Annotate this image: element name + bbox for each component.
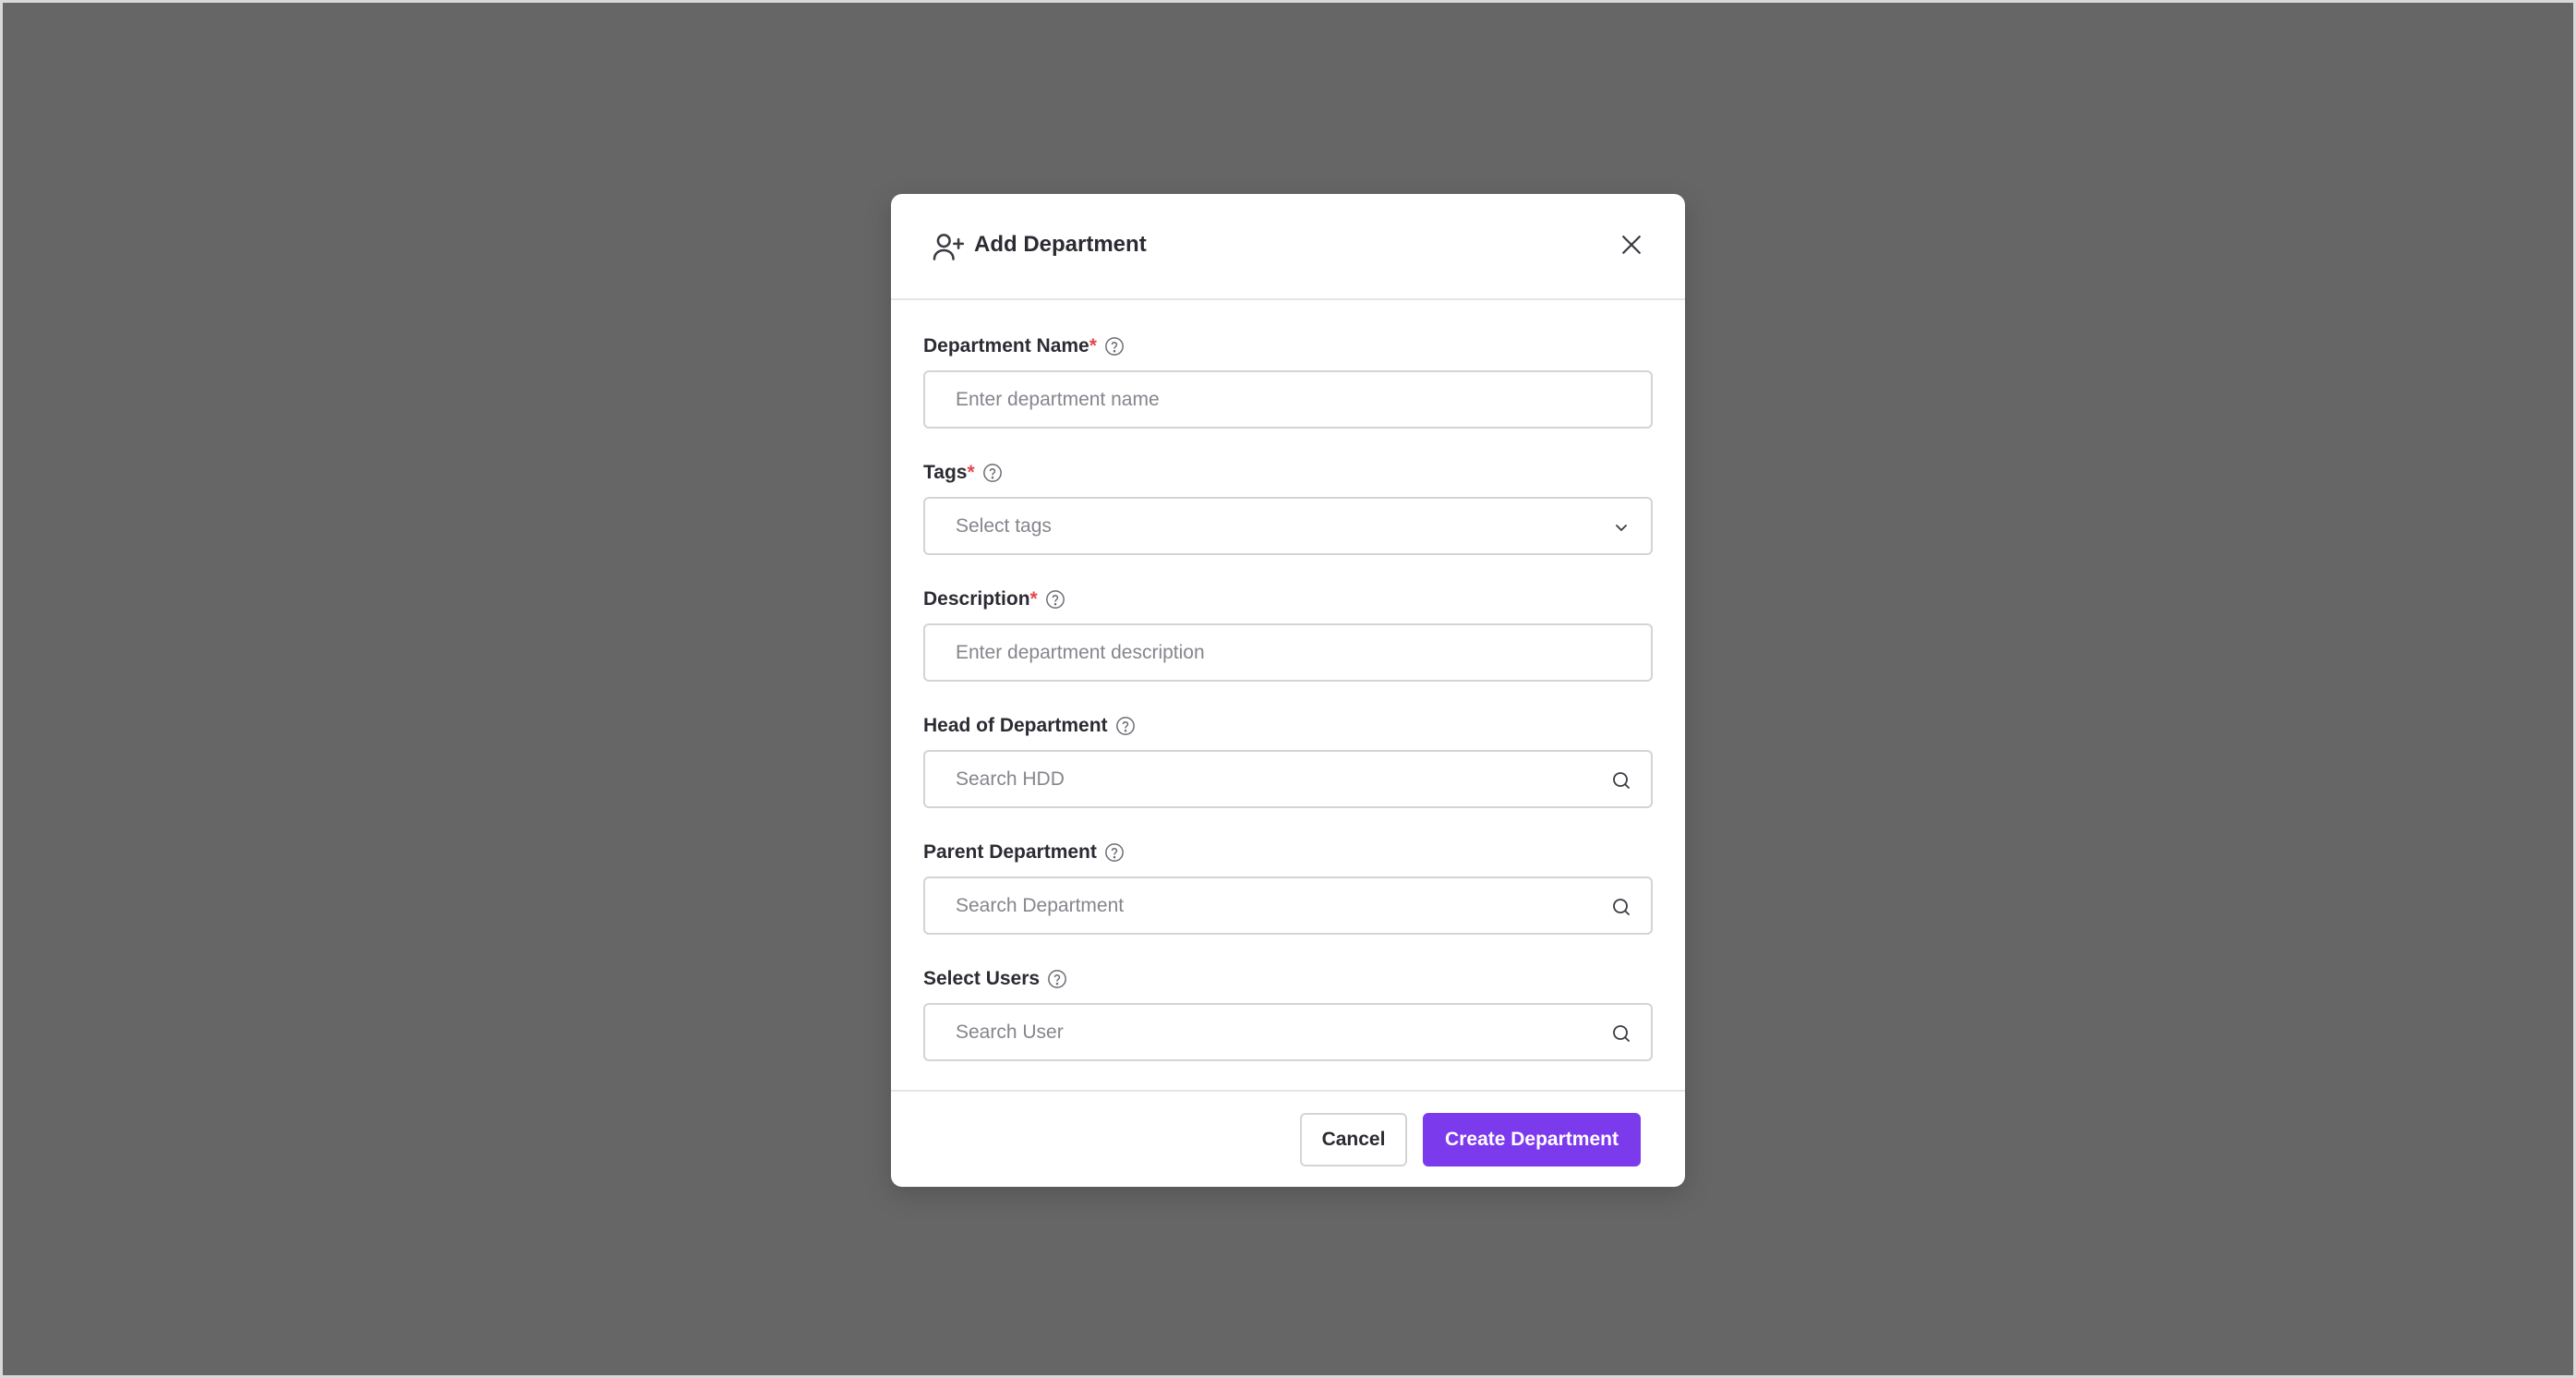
select-users-label: Select Users: [923, 968, 1041, 989]
required-asterisk: *: [967, 462, 975, 483]
description-input-box: [923, 623, 1653, 682]
select-users-input-box: [923, 1003, 1653, 1061]
help-icon[interactable]: [1045, 589, 1065, 610]
parent-department-input-box: [923, 876, 1653, 935]
add-department-dialog: Add Department Department Name * Tags *: [891, 194, 1685, 1187]
department-name-input[interactable]: [925, 372, 1651, 427]
parent-department-label-row: Parent Department: [923, 839, 1653, 866]
create-department-button[interactable]: Create Department: [1423, 1113, 1641, 1166]
head-of-department-input-box: [923, 750, 1653, 808]
help-icon[interactable]: [1104, 336, 1125, 357]
department-name-label-row: Department Name *: [923, 332, 1653, 360]
help-icon[interactable]: [982, 463, 1003, 483]
head-of-department-search-input[interactable]: [925, 752, 1651, 806]
description-label: Description: [923, 588, 1030, 610]
required-asterisk: *: [1089, 335, 1097, 357]
department-name-label: Department Name: [923, 335, 1089, 357]
search-icon[interactable]: [1610, 769, 1632, 792]
cancel-button[interactable]: Cancel: [1300, 1113, 1407, 1166]
description-input[interactable]: [925, 625, 1651, 680]
head-of-department-label: Head of Department: [923, 715, 1108, 736]
close-icon: [1622, 236, 1641, 254]
parent-department-search-input[interactable]: [925, 878, 1651, 933]
head-of-department-label-row: Head of Department: [923, 712, 1653, 740]
close-button[interactable]: [1611, 224, 1652, 265]
parent-department-label: Parent Department: [923, 841, 1097, 863]
description-field: Description *: [923, 586, 1653, 682]
search-icon[interactable]: [1610, 896, 1632, 918]
description-label-row: Description *: [923, 586, 1653, 613]
help-icon[interactable]: [1115, 716, 1136, 736]
dialog-header: Add Department: [891, 194, 1685, 300]
head-of-department-field: Head of Department: [923, 712, 1653, 808]
tags-label-row: Tags *: [923, 459, 1653, 487]
tags-select[interactable]: Select tags: [923, 497, 1653, 555]
dialog-footer: Cancel Create Department: [891, 1090, 1685, 1187]
tags-label: Tags: [923, 462, 968, 483]
tags-select-placeholder: Select tags: [956, 515, 1052, 537]
tags-field: Tags * Select tags: [923, 459, 1653, 555]
select-users-field: Select Users: [923, 965, 1653, 1061]
required-asterisk: *: [1029, 588, 1038, 610]
help-icon[interactable]: [1104, 842, 1125, 863]
parent-department-field: Parent Department: [923, 839, 1653, 935]
dialog-title: Add Department: [974, 232, 1147, 257]
help-icon[interactable]: [1047, 969, 1067, 989]
user-plus-icon: [933, 234, 965, 260]
department-name-input-box: [923, 370, 1653, 429]
select-users-search-input[interactable]: [925, 1005, 1651, 1059]
department-name-field: Department Name *: [923, 332, 1653, 429]
search-icon[interactable]: [1610, 1022, 1632, 1045]
chevron-down-icon: [1616, 525, 1627, 531]
select-users-label-row: Select Users: [923, 965, 1653, 993]
